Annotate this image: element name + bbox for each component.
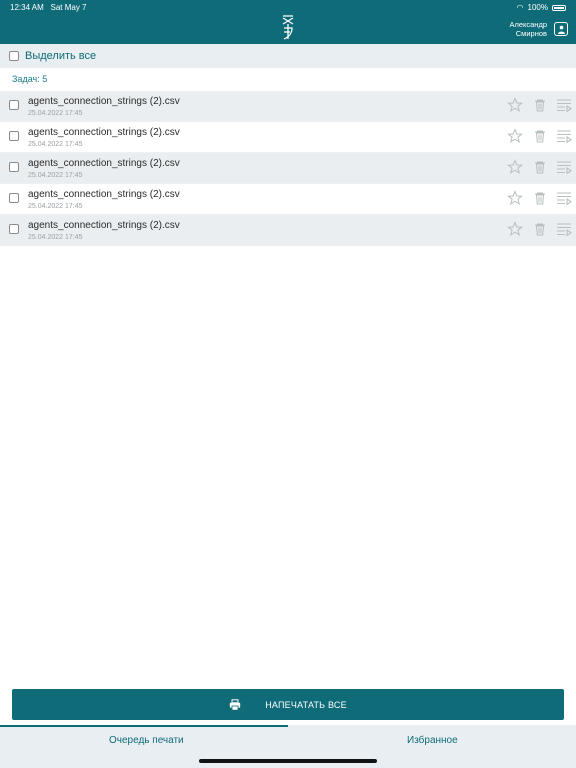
- table-row[interactable]: agents_connection_strings (2).csv 25.04.…: [0, 153, 576, 184]
- top-bar: 12:34 AM Sat May 7 ◠ 100% Александр Смир…: [0, 0, 576, 44]
- trash-icon[interactable]: [532, 221, 548, 237]
- table-row[interactable]: agents_connection_strings (2).csv 25.04.…: [0, 215, 576, 246]
- task-date: 25.04.2022 17:45: [28, 110, 83, 117]
- tab-print-queue[interactable]: Очередь печати: [109, 735, 184, 746]
- status-time: 12:34 AM Sat May 7: [10, 3, 87, 12]
- person-icon: [557, 25, 565, 34]
- wifi-icon: ◠: [516, 3, 524, 12]
- task-date: 25.04.2022 17:45: [28, 141, 83, 148]
- table-row[interactable]: agents_connection_strings (2).csv 25.04.…: [0, 91, 576, 122]
- task-list: agents_connection_strings (2).csv 25.04.…: [0, 91, 576, 246]
- user-name: Александр Смирнов: [509, 20, 547, 38]
- star-icon[interactable]: [507, 128, 523, 144]
- status-time-value: 12:34 AM: [10, 3, 44, 12]
- select-all-label: Выделить все: [25, 50, 97, 62]
- star-icon[interactable]: [507, 159, 523, 175]
- reorder-queue-icon[interactable]: [556, 221, 572, 237]
- print-all-button[interactable]: НАПЕЧАТАТЬ ВСЕ: [12, 689, 564, 720]
- select-all-checkbox[interactable]: [9, 51, 19, 61]
- trash-icon[interactable]: [532, 128, 548, 144]
- home-indicator: [199, 759, 377, 763]
- trash-icon[interactable]: [532, 97, 548, 113]
- row-checkbox[interactable]: [9, 100, 19, 110]
- battery-icon: [552, 4, 566, 11]
- trash-icon[interactable]: [532, 190, 548, 206]
- row-checkbox[interactable]: [9, 131, 19, 141]
- task-title: agents_connection_strings (2).csv: [28, 127, 180, 138]
- table-row[interactable]: agents_connection_strings (2).csv 25.04.…: [0, 122, 576, 153]
- row-checkbox[interactable]: [9, 224, 19, 234]
- active-tab-indicator: [0, 725, 288, 727]
- star-icon[interactable]: [507, 97, 523, 113]
- status-right: ◠ 100%: [517, 3, 566, 12]
- user-profile-icon[interactable]: [554, 22, 568, 36]
- task-title: agents_connection_strings (2).csv: [28, 158, 180, 169]
- print-all-label: НАПЕЧАТАТЬ ВСЕ: [265, 699, 347, 710]
- task-title: agents_connection_strings (2).csv: [28, 220, 180, 231]
- star-icon[interactable]: [507, 190, 523, 206]
- tab-favorites[interactable]: Избранное: [407, 735, 458, 746]
- user-last-name: Смирнов: [515, 29, 547, 38]
- status-date-value: Sat May 7: [50, 3, 87, 12]
- task-count: Задач: 5: [12, 74, 48, 84]
- row-checkbox[interactable]: [9, 162, 19, 172]
- row-checkbox[interactable]: [9, 193, 19, 203]
- reorder-queue-icon[interactable]: [556, 97, 572, 113]
- task-title: agents_connection_strings (2).csv: [28, 189, 180, 200]
- battery-percent: 100%: [527, 3, 548, 12]
- task-date: 25.04.2022 17:45: [28, 172, 83, 179]
- app-logo-icon: [282, 15, 294, 40]
- reorder-queue-icon[interactable]: [556, 159, 572, 175]
- task-date: 25.04.2022 17:45: [28, 203, 83, 210]
- task-date: 25.04.2022 17:45: [28, 234, 83, 241]
- reorder-queue-icon[interactable]: [556, 128, 572, 144]
- user-first-name: Александр: [509, 20, 547, 29]
- printer-icon: [230, 698, 241, 711]
- select-all-row[interactable]: Выделить все: [0, 44, 576, 68]
- task-title: agents_connection_strings (2).csv: [28, 96, 180, 107]
- trash-icon[interactable]: [532, 159, 548, 175]
- star-icon[interactable]: [507, 221, 523, 237]
- table-row[interactable]: agents_connection_strings (2).csv 25.04.…: [0, 184, 576, 215]
- reorder-queue-icon[interactable]: [556, 190, 572, 206]
